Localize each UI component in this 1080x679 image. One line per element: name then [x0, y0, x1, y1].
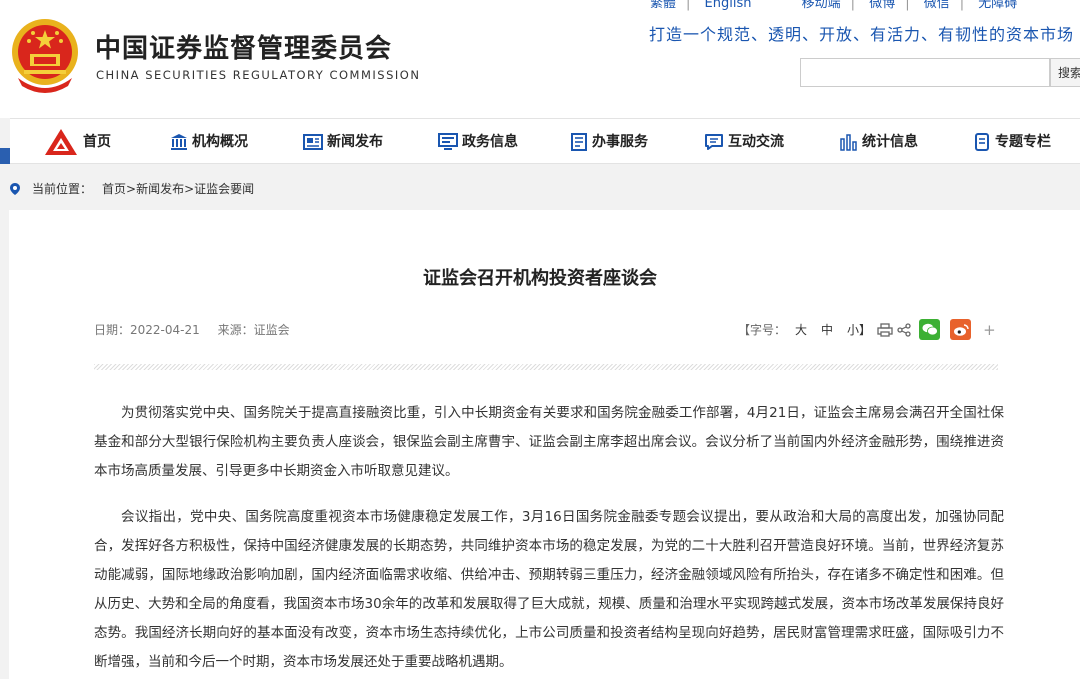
book-icon [975, 133, 989, 151]
nav-about[interactable]: 机构概况 [170, 119, 248, 165]
news-icon [303, 134, 323, 150]
link-english[interactable]: English [705, 0, 752, 11]
more-share-button[interactable]: + [983, 321, 996, 339]
location-pin-icon [10, 182, 20, 195]
article-paragraph: 会议指出，党中央、国务院高度重视资本市场健康稳定发展工作，3月16日国务院金融委… [94, 509, 1004, 670]
nav-interaction[interactable]: 互动交流 [704, 119, 784, 165]
monitor-icon [438, 133, 458, 150]
site-header: 中国证券监督管理委员会 CHINA SECURITIES REGULATORY … [0, 0, 1080, 118]
top-links: 繁體 | English 移动端 | 微博 | 微信 | 无障碍 [650, 0, 1027, 11]
article-paragraph: 为贯彻落实党中央、国务院关于提高直接融资比重，引入中长期资金有关要求和国务院金融… [94, 405, 1004, 479]
nav-statistics[interactable]: 统计信息 [840, 119, 918, 165]
breadcrumb: 当前位置： 首页>新闻发布>证监会要闻 [8, 180, 254, 197]
article-date: 日期：2022-04-21 [94, 323, 200, 337]
link-mobile[interactable]: 移动端 [802, 0, 841, 11]
nav-special-topics[interactable]: 专题专栏 [973, 119, 1051, 165]
nav-label-home: 首页 [83, 134, 111, 150]
print-icon[interactable] [877, 322, 893, 337]
meta-divider [94, 364, 998, 370]
link-weibo[interactable]: 微博 [869, 0, 895, 11]
article-tools: 【字号： 大 中 小】 + [738, 319, 996, 340]
article-title: 证监会召开机构投资者座谈会 [423, 268, 657, 289]
nav-label-news: 新闻发布 [327, 134, 383, 150]
document-icon [571, 133, 587, 151]
font-size-medium[interactable]: 中 [821, 321, 833, 338]
site-title: 中国证券监督管理委员会 [95, 34, 393, 64]
link-wechat[interactable]: 微信 [924, 0, 950, 11]
nav-label-special-topics: 专题专栏 [995, 134, 1051, 150]
link-accessibility[interactable]: 无障碍 [978, 0, 1017, 11]
nav-label-statistics: 统计信息 [862, 134, 918, 150]
link-traditional[interactable]: 繁體 [650, 0, 676, 11]
nav-accent-bar [0, 148, 10, 164]
nav-label-services: 办事服务 [592, 134, 648, 150]
article-source: 来源：证监会 [217, 323, 290, 337]
search-input[interactable] [800, 58, 1050, 87]
article-meta: 日期：2022-04-21 来源：证监会 [94, 321, 304, 338]
nav-news[interactable]: 新闻发布 [303, 119, 383, 165]
csrc-logo-icon [45, 129, 77, 155]
search-button[interactable]: 搜索 [1050, 58, 1080, 87]
bar-chart-icon [840, 134, 857, 151]
nav-services[interactable]: 办事服务 [570, 119, 648, 165]
site-title-english: CHINA SECURITIES REGULATORY COMMISSION [96, 68, 421, 82]
wechat-share-icon[interactable] [919, 319, 941, 340]
nav-government-info[interactable]: 政务信息 [438, 119, 518, 165]
nav-label-about: 机构概况 [192, 134, 248, 150]
nav-home[interactable]: 首页 [43, 119, 111, 165]
building-icon [171, 134, 187, 150]
breadcrumb-path[interactable]: 首页>新闻发布>证监会要闻 [102, 180, 254, 197]
nav-label-interaction: 互动交流 [728, 134, 784, 150]
font-size-small[interactable]: 小】 [847, 321, 871, 338]
main-nav: 首页 机构概况 新闻发布 政务信息 办事服务 互动交流 统计信息 专题专栏 [10, 118, 1080, 164]
nav-label-government-info: 政务信息 [462, 134, 518, 150]
chat-icon [705, 134, 723, 150]
font-size-large[interactable]: 大 [795, 321, 807, 338]
national-emblem-icon[interactable] [10, 12, 80, 98]
breadcrumb-label: 当前位置： [32, 182, 93, 196]
weibo-share-icon[interactable] [950, 319, 972, 340]
slogan: 打造一个规范、透明、开放、有活力、有韧性的资本市场 [648, 25, 1074, 44]
share-icon[interactable] [897, 322, 911, 337]
font-size-label: 【字号： [738, 323, 787, 337]
